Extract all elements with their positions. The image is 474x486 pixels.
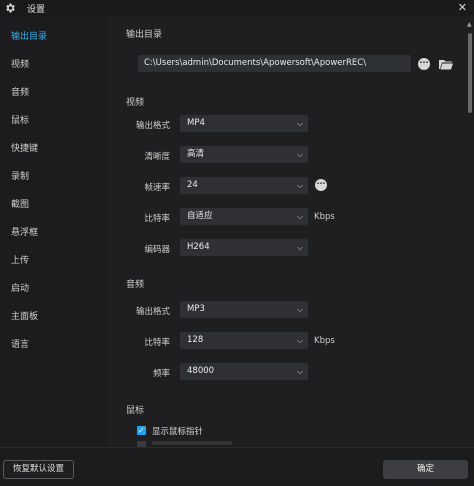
gear-icon: [6, 3, 15, 13]
audio-format-value: MP3: [187, 304, 205, 314]
reset-defaults-button[interactable]: 恢复默认设置: [3, 460, 74, 479]
scroll-thumb[interactable]: [468, 33, 472, 113]
video-fps-value: 24: [187, 180, 198, 190]
scroll-up-icon[interactable]: ▲: [467, 21, 472, 28]
sidebar-item-language[interactable]: 语言: [11, 337, 29, 350]
close-icon[interactable]: ✕: [458, 1, 467, 14]
more-options-icon[interactable]: ···: [418, 58, 430, 70]
video-format-value: MP4: [187, 118, 205, 128]
audio-frequency-select[interactable]: 48000 ⌵: [180, 363, 308, 380]
video-bitrate-label: 比特率: [144, 214, 170, 224]
show-pointer-label: 显示鼠标指针: [152, 427, 204, 437]
footer: 恢复默认设置 确定: [0, 447, 474, 486]
sidebar-item-hotkeys[interactable]: 快捷键: [11, 141, 38, 154]
fps-more-icon[interactable]: ···: [315, 179, 327, 191]
video-bitrate-value: 自适应: [187, 211, 213, 221]
chevron-down-icon: ⌵: [296, 336, 303, 345]
sidebar-item-record[interactable]: 录制: [11, 169, 29, 182]
settings-content: 输出目录 C:\Users\admin\Documents\Apowersoft…: [108, 17, 466, 447]
video-quality-label: 清晰度: [144, 152, 170, 162]
audio-frequency-label: 频率: [152, 369, 170, 379]
chevron-down-icon: ⌵: [296, 119, 303, 128]
video-bitrate-unit: Kbps: [314, 212, 335, 222]
audio-format-select[interactable]: MP3 ⌵: [180, 301, 308, 318]
video-encoder-value: H264: [187, 242, 210, 252]
video-encoder-label: 编码器: [144, 245, 170, 255]
video-heading: 视频: [126, 98, 145, 108]
audio-bitrate-value: 128: [187, 335, 204, 345]
sidebar-item-startup[interactable]: 启动: [11, 281, 29, 294]
show-pointer-checkbox[interactable]: ✓: [137, 426, 146, 435]
sidebar-item-mouse[interactable]: 鼠标: [11, 113, 29, 126]
video-bitrate-select[interactable]: 自适应 ⌵: [180, 208, 308, 225]
audio-format-label: 输出格式: [135, 307, 170, 317]
video-fps-select[interactable]: 24 ⌵: [180, 177, 308, 194]
video-format-label: 输出格式: [135, 121, 170, 131]
sidebar-item-floating-box[interactable]: 悬浮框: [11, 225, 38, 238]
audio-bitrate-select[interactable]: 128 ⌵: [180, 332, 308, 349]
output-path-field[interactable]: C:\Users\admin\Documents\Apowersoft\Apow…: [138, 55, 411, 72]
folder-open-icon[interactable]: [439, 59, 453, 70]
sidebar-item-screenshot[interactable]: 截图: [11, 197, 29, 210]
chevron-down-icon: ⌵: [296, 181, 303, 190]
chevron-down-icon: ⌵: [296, 367, 303, 376]
audio-heading: 音频: [126, 280, 145, 290]
mouse-heading: 鼠标: [126, 406, 145, 416]
sidebar-item-main-panel[interactable]: 主面板: [11, 309, 38, 322]
video-format-select[interactable]: MP4 ⌵: [180, 115, 308, 132]
chevron-down-icon: ⌵: [296, 150, 303, 159]
chevron-down-icon: ⌵: [296, 243, 303, 252]
chevron-down-icon: ⌵: [296, 305, 303, 314]
sidebar-item-video[interactable]: 视频: [11, 57, 29, 70]
title-bar: 设置 ✕: [0, 0, 474, 16]
video-quality-value: 高清: [187, 149, 205, 159]
scrollbar[interactable]: ▲: [466, 17, 474, 447]
video-quality-select[interactable]: 高清 ⌵: [180, 146, 308, 163]
audio-frequency-value: 48000: [187, 366, 215, 376]
ok-button[interactable]: 确定: [383, 460, 468, 479]
chevron-down-icon: ⌵: [296, 212, 303, 221]
sidebar-item-audio[interactable]: 音频: [11, 85, 29, 98]
video-fps-label: 帧速率: [144, 183, 170, 193]
sidebar-item-upload[interactable]: 上传: [11, 253, 29, 266]
window-title: 设置: [27, 5, 46, 15]
sidebar: 输出目录 视频 音频 鼠标 快捷键 录制 截图 悬浮框 上传 启动 主面板 语言: [0, 17, 108, 447]
output-dir-heading: 输出目录: [126, 30, 163, 40]
video-encoder-select[interactable]: H264 ⌵: [180, 239, 308, 256]
audio-bitrate-label: 比特率: [144, 338, 170, 348]
sidebar-item-output-dir[interactable]: 输出目录: [11, 29, 47, 42]
audio-bitrate-unit: Kbps: [314, 336, 335, 346]
